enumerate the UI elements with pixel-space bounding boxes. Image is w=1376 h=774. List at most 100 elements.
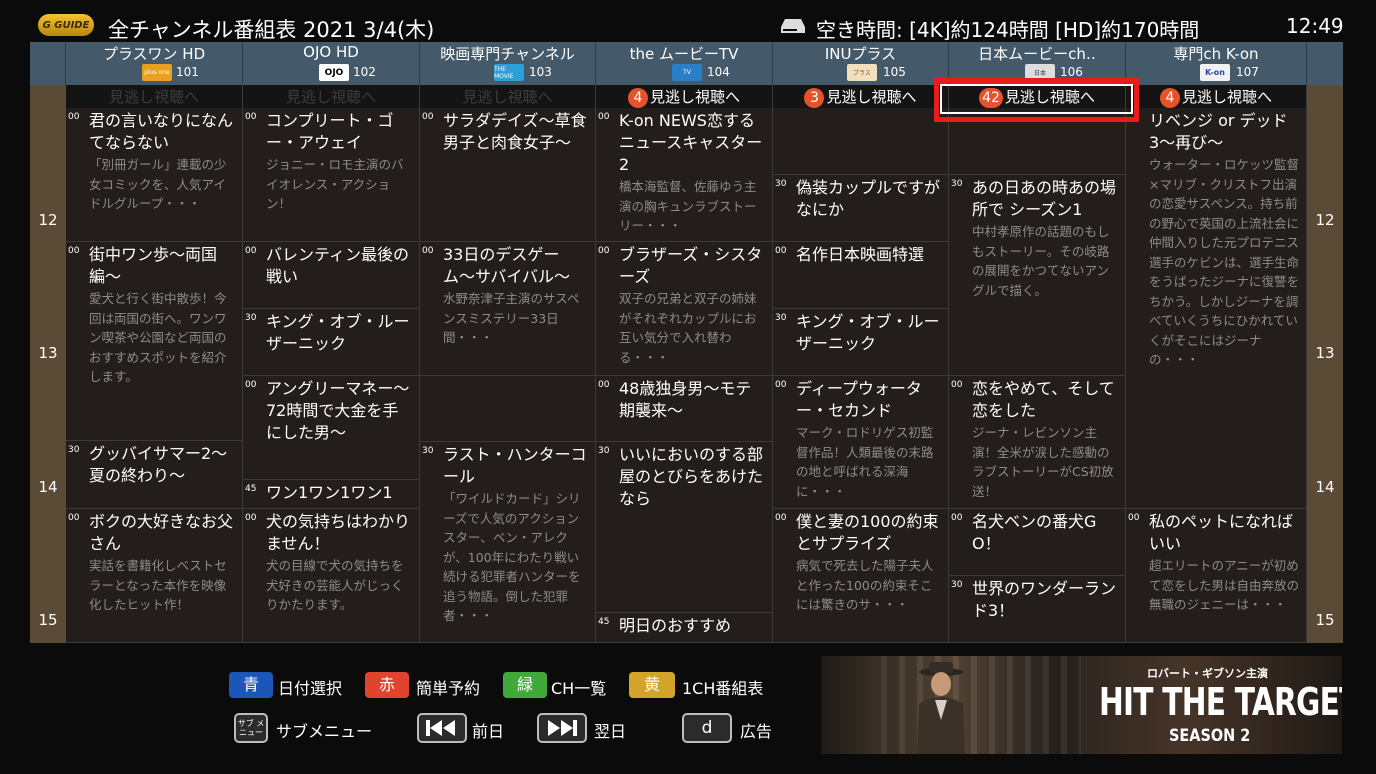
- start-minute: 00: [68, 112, 80, 122]
- program-cell[interactable]: 00 33日のデスゲーム〜サバイバル〜 水野奈津子主演のサスペンスミステリー33日…: [420, 242, 596, 376]
- program-cell[interactable]: 30 世界のワンダーランド3！: [949, 576, 1126, 643]
- red-key[interactable]: 赤: [365, 672, 409, 698]
- program-description: 「別冊ガール」連載の少女コミックを、人気アイドルグループ・・・: [89, 157, 227, 211]
- program-cell[interactable]: 30 偽装カップルですがなにか: [773, 175, 949, 242]
- program-cell[interactable]: 00 名作日本映画特選: [773, 242, 949, 309]
- program-cell[interactable]: 00 私のペットになればいい 超エリートのアニーが初めて恋をした男は自由奔放の無職…: [1126, 509, 1307, 643]
- start-minute: 00: [422, 246, 434, 256]
- program-description: 橋本海監督、佐藤ゆう主演の胸キュンラブストーリー・・・: [619, 179, 757, 233]
- channel-header-101[interactable]: プラスワン HD plus one 101: [66, 42, 243, 85]
- program-description: 超エリートのアニーが初めて恋をした男は自由奔放の無職のジェニーは・・・: [1149, 558, 1300, 612]
- ad-banner[interactable]: ロバート・ギブソン主演 HIT THE TARGET SEASON 2: [821, 656, 1342, 754]
- program-description: 「ワイルドカード」シリーズで人気のアクションスター、ベン・アレクが、100年にわ…: [443, 491, 581, 623]
- program-cell[interactable]: 00 恋をやめて、そして恋をした ジーナ・レビンソン主演！全米が涙した感動のラブス…: [949, 376, 1126, 509]
- program-cell[interactable]: 45 ワン1ワン1ワン1: [243, 480, 420, 509]
- program-cell[interactable]: 30 グッバイサマー2〜夏の終わり〜: [66, 441, 243, 509]
- free-time-status: 空き時間: [4K]約124時間 [HD]約170時間: [816, 18, 1200, 42]
- next-day-button[interactable]: [537, 713, 587, 743]
- program-cell[interactable]: 30 いいにおいのする部屋のとびらをあけたなら: [596, 442, 773, 613]
- program-cell[interactable]: 00 ボクの大好きなお父さん 実話を書籍化しベストセラーとなった本作を映像化したヒ…: [66, 509, 243, 643]
- channel-number: 103: [529, 65, 552, 79]
- catchup-count-badge: 4: [1159, 88, 1180, 108]
- program-cell[interactable]: 00 街中ワン歩〜両国編〜 愛犬と行く街中散歩！今回は両国の街へ。ワンワン喫茶や公…: [66, 242, 243, 441]
- program-cell[interactable]: 00 アングリーマネー〜72時間で大金を手にした男〜: [243, 376, 420, 480]
- d-key[interactable]: d: [682, 713, 732, 743]
- program-title: 名犬ベンの番犬GO！: [972, 512, 1097, 553]
- program-title: 私のペットになればいい: [1149, 512, 1294, 553]
- program-title: いいにおいのする部屋のとびらをあけたなら: [619, 445, 764, 508]
- hour-label: 15: [1315, 611, 1335, 629]
- channel-number: 106: [1060, 65, 1083, 79]
- program-cell[interactable]: 00 ディープウォーター・セカンド マーク・ロドリゲス初監督作品！人類最後の末路の…: [773, 376, 949, 509]
- program-cell[interactable]: リベンジ or デッド3〜再び〜 ウォーター・ロケッツ監督×マリブ・クリストフ出演…: [1126, 108, 1307, 509]
- channel-header-104[interactable]: the ムービーTV TV 104: [596, 42, 773, 85]
- program-description: 実話を書籍化しベストセラーとなった本作を映像化したヒット作！: [89, 558, 227, 612]
- program-cell[interactable]: 00 バレンティン最後の戦い: [243, 242, 420, 309]
- yellow-key[interactable]: 黄: [629, 672, 675, 698]
- start-minute: 00: [598, 246, 610, 256]
- program-title: 名作日本映画特選: [796, 245, 925, 264]
- program-title: ボクの大好きなお父さん: [89, 512, 234, 553]
- program-cell[interactable]: 30 ラスト・ハンターコール 「ワイルドカード」シリーズで人気のアクションスター、…: [420, 442, 596, 643]
- channel-header-107[interactable]: 専門ch K-on K-on 107: [1126, 42, 1307, 85]
- skip-back-icon: [426, 720, 455, 736]
- program-description: マーク・ロドリゲス初監督作品！人類最後の末路の地と呼ばれる深海に・・・: [796, 425, 934, 499]
- start-minute: 00: [68, 246, 80, 256]
- program-cell[interactable]: 00 ブラザーズ・シスターズ 双子の兄弟と双子の姉妹がそれぞれカップルにお互い気分…: [596, 242, 773, 376]
- submenu-key-icon[interactable]: サブ メニュー: [234, 713, 268, 743]
- program-cell[interactable]: 00 サラダデイズ〜草食男子と肉食女子〜: [420, 108, 596, 242]
- program-cell[interactable]: 30 キング・オブ・ルーザーニック: [243, 309, 420, 376]
- program-cell[interactable]: 00 48歳独身男〜モテ期襲来〜: [596, 376, 773, 442]
- channel-logo-icon: プラス: [847, 64, 877, 81]
- prev-day-button[interactable]: [417, 713, 467, 743]
- start-minute: 00: [245, 246, 257, 256]
- channel-name: OJO HD: [303, 43, 359, 61]
- ad-season: SEASON 2: [1169, 726, 1251, 746]
- program-cell[interactable]: 00 名犬ベンの番犬GO！: [949, 509, 1126, 576]
- program-cell-empty[interactable]: [773, 108, 949, 175]
- catchup-count-badge: 3: [804, 88, 825, 108]
- catchup-button[interactable]: 3 見逃し視聴へ: [773, 85, 949, 108]
- hour-label: 14: [1315, 478, 1335, 496]
- program-cell[interactable]: 45 明日のおすすめ: [596, 613, 773, 643]
- blue-key-label: 日付選択: [278, 679, 343, 698]
- hdd-icon: [781, 19, 805, 33]
- top-bar: G GUIDE 全チャンネル番組表 2021 3/4(木) 空き時間: [4K]…: [0, 0, 1376, 42]
- program-cell[interactable]: 00 僕と妻の100の約束とサプライズ 病気で死去した陽子夫人と作った100の約束…: [773, 509, 949, 643]
- channel-logo-icon: plus one: [142, 64, 172, 81]
- program-title: グッバイサマー2〜夏の終わり〜: [89, 444, 228, 485]
- catchup-button[interactable]: 4 見逃し視聴へ: [596, 85, 773, 108]
- next-day-label: 翌日: [594, 722, 627, 741]
- start-minute: 00: [775, 513, 787, 523]
- channel-header-105[interactable]: INUプラス プラス 105: [773, 42, 949, 85]
- channel-number: 105: [883, 65, 906, 79]
- program-title: 街中ワン歩〜両国編〜: [89, 245, 218, 286]
- program-title: ラスト・ハンターコール: [443, 445, 587, 486]
- program-cell[interactable]: 30 キング・オブ・ルーザーニック: [773, 309, 949, 376]
- program-description: 犬の目線で犬の気持ちを犬好きの芸能人がじっくりかたります。: [266, 558, 404, 612]
- program-cell[interactable]: 00 君の言いなりになんてならない 「別冊ガール」連載の少女コミックを、人気アイド…: [66, 108, 243, 242]
- blue-key[interactable]: 青: [229, 672, 273, 698]
- channel-header-103[interactable]: 映画専門チャンネル THE MOVIE 103: [420, 42, 596, 85]
- start-minute: 00: [598, 380, 610, 390]
- catchup-button[interactable]: 見逃し視聴へ: [420, 85, 596, 108]
- program-cell[interactable]: 00 犬の気持ちはわかりません！ 犬の目線で犬の気持ちを犬好きの芸能人がじっくりか…: [243, 509, 420, 643]
- hour-column-left: 12 13 14 15: [30, 85, 66, 643]
- ad-man-in-hat-image: [917, 662, 965, 754]
- green-key[interactable]: 緑: [503, 672, 547, 698]
- skip-forward-icon: [548, 720, 577, 736]
- hour-label: 14: [38, 478, 58, 496]
- start-minute: 30: [245, 313, 257, 323]
- program-cell[interactable]: 00 K-on NEWS恋するニュースキャスター2 橋本海監督、佐藤ゆう主演の胸キ…: [596, 108, 773, 242]
- channel-number: 102: [353, 65, 376, 79]
- program-cell[interactable]: 00 コンプリート・ゴー・アウェイ ジョニー・ロモ主演のバイオレンス・アクション！: [243, 108, 420, 242]
- channel-header-102[interactable]: OJO HD OJO 102: [243, 42, 420, 85]
- program-cell-empty[interactable]: [420, 376, 596, 442]
- green-key-label: CH一覧: [551, 679, 607, 698]
- program-cell[interactable]: 30 あの日あの時あの場所で シーズン1 中村孝原作の話題のもしもストーリー。その…: [949, 175, 1126, 376]
- catchup-button[interactable]: 見逃し視聴へ: [243, 85, 420, 108]
- catchup-button[interactable]: 見逃し視聴へ: [66, 85, 243, 108]
- catchup-button[interactable]: 4 見逃し視聴へ: [1126, 85, 1307, 108]
- program-title: キング・オブ・ルーザーニック: [266, 312, 410, 353]
- channel-number: 104: [707, 65, 730, 79]
